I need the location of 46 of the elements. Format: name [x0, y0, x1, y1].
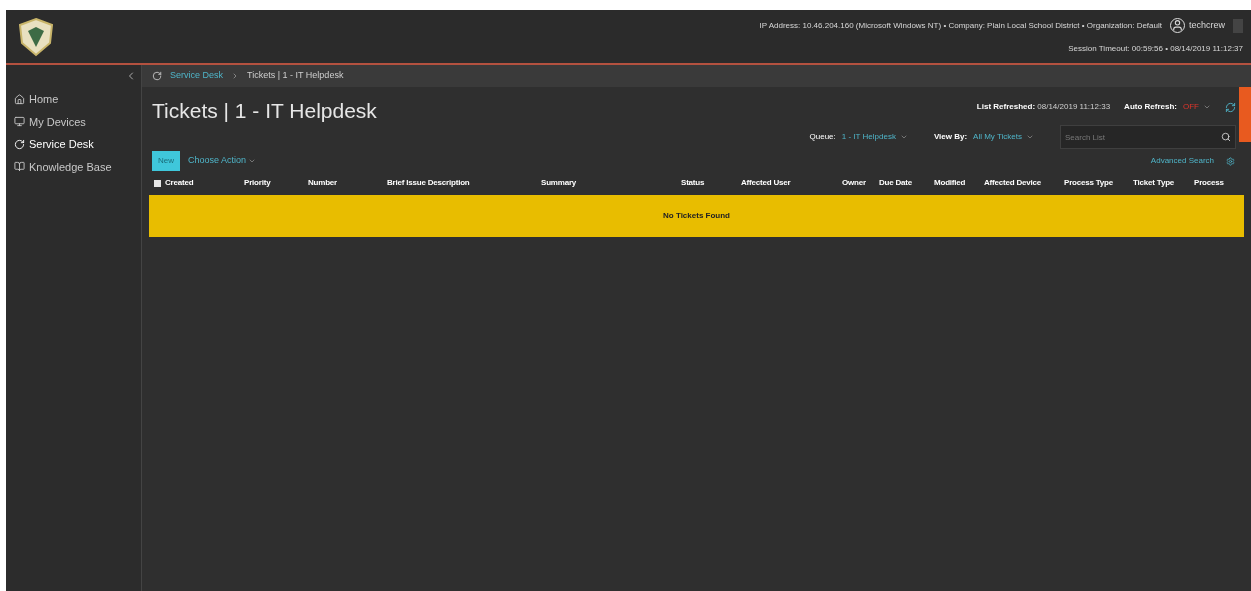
column-header[interactable]: Priority: [244, 177, 271, 189]
column-header[interactable]: Status: [681, 177, 705, 189]
home-icon: [14, 93, 25, 105]
column-header[interactable]: Ticket Type: [1133, 177, 1175, 189]
queue-label: Queue:: [809, 131, 836, 143]
user-icon[interactable]: [1170, 18, 1185, 33]
refresh-icon[interactable]: [1225, 101, 1236, 113]
advanced-search-link[interactable]: Advanced Search: [1150, 155, 1214, 167]
refresh-icon: [14, 138, 25, 150]
search-icon[interactable]: [1221, 132, 1231, 142]
separator-icon: [231, 72, 239, 80]
column-header[interactable]: Due Date: [879, 177, 913, 189]
no-tickets-text: No Tickets Found: [663, 210, 730, 222]
breadcrumb-current: Tickets | 1 - IT Helpdesk: [247, 69, 344, 83]
column-header[interactable]: Created: [165, 177, 194, 189]
monitor-icon: [14, 116, 25, 128]
column-header[interactable]: Brief Issue Description: [387, 177, 470, 189]
book-icon: [14, 161, 25, 173]
connection-info: IP Address: 10.46.204.160 (Microsoft Windows NT) • Company: Plain Local School District • Organization: Default: [759, 19, 1162, 32]
column-header[interactable]: Process Type: [1064, 177, 1114, 189]
column-header[interactable]: Number: [308, 177, 338, 189]
queue-dropdown[interactable]: 1 - IT Helpdesk: [841, 131, 896, 143]
sidebar-item[interactable]: Knowledge Base: [14, 158, 141, 175]
caret-icon[interactable]: [248, 157, 257, 165]
sidebar-item[interactable]: Service Desk: [14, 136, 141, 153]
select-all-checkbox[interactable]: [154, 179, 161, 187]
column-header[interactable]: Process: [1194, 177, 1224, 189]
auto-refresh-label: Auto Refresh:: [1124, 101, 1177, 113]
sidebar-item[interactable]: Home: [14, 91, 141, 108]
view-by-dropdown[interactable]: All My Tickets: [973, 131, 1022, 143]
sidebar-item[interactable]: My Devices: [14, 113, 141, 130]
user-name[interactable]: techcrew: [1189, 18, 1225, 33]
column-header[interactable]: Affected Device: [984, 177, 1042, 189]
choose-action-dropdown[interactable]: Choose Action: [188, 154, 247, 168]
session-timeout: Session Timeout: 00:59:56 • 08/14/2019 11:12:37: [1068, 43, 1243, 55]
settings-icon[interactable]: [1226, 156, 1235, 166]
column-header[interactable]: Modified: [934, 177, 966, 189]
list-refreshed: List Refreshed: 08/14/2019 11:12:33: [976, 101, 1111, 113]
header-toggle[interactable]: [1233, 18, 1243, 33]
search-field[interactable]: Search List: [1060, 125, 1236, 149]
page-title: Tickets | 1 - IT Helpdesk: [152, 98, 377, 124]
breadcrumb-link[interactable]: Service Desk: [170, 69, 223, 83]
column-header[interactable]: Owner: [842, 177, 866, 189]
column-header[interactable]: Summary: [541, 177, 577, 189]
view-by-label: View By:: [933, 131, 968, 143]
column-header[interactable]: Affected User: [741, 177, 791, 189]
